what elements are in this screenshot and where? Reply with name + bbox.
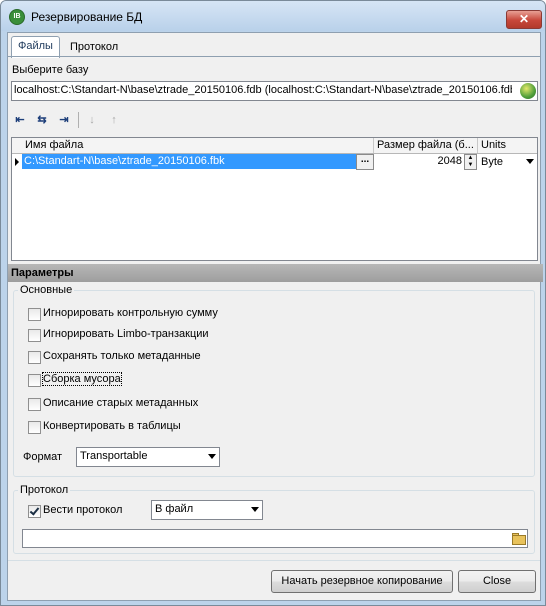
append-file-icon[interactable]: ⇥ <box>54 111 74 129</box>
format-dropdown-button[interactable] <box>204 448 219 466</box>
column-file-name[interactable]: Имя файла <box>22 138 374 153</box>
checkbox[interactable] <box>28 374 41 387</box>
format-value: Transportable <box>80 450 148 462</box>
backup-dialog: IB Резервирование БД ✕ Файлы Протокол Вы… <box>0 0 546 606</box>
database-combo[interactable]: localhost:C:\Standart-N\base\ztrade_2015… <box>11 81 538 101</box>
protocol-path-input[interactable] <box>22 529 528 548</box>
units-value: Byte <box>481 156 504 168</box>
file-size-cell[interactable]: 2048 <box>374 154 464 169</box>
tab-bar: Файлы Протокол <box>8 35 540 58</box>
file-name-cell[interactable]: C:\Standart-N\base\ztrade_20150106.fbk <box>22 154 356 169</box>
tab-divider <box>8 56 540 57</box>
chevron-down-icon <box>251 507 259 512</box>
window-title: Резервирование БД <box>31 10 143 24</box>
window-close-button[interactable]: ✕ <box>506 10 542 29</box>
grid-header: Имя файла Размер файла (б... Units <box>12 138 537 154</box>
title-bar: IB Резервирование БД ✕ <box>1 1 545 31</box>
size-spinner[interactable]: ▲ ▼ <box>464 154 477 170</box>
move-up-icon: ↑ <box>111 114 117 126</box>
units-select[interactable]: Byte <box>478 154 536 169</box>
format-label: Формат <box>23 451 63 463</box>
tab-files[interactable]: Файлы <box>11 36 60 58</box>
checkbox[interactable] <box>28 398 41 411</box>
open-folder-icon[interactable] <box>511 531 526 545</box>
checkbox[interactable] <box>28 421 41 434</box>
format-select[interactable]: Transportable <box>76 447 220 467</box>
checkbox[interactable] <box>28 351 41 364</box>
tab-protocol[interactable]: Протокол <box>64 38 124 57</box>
close-button[interactable]: Close <box>458 570 536 593</box>
select-db-label: Выберите базу <box>12 64 89 76</box>
database-value: localhost:C:\Standart-N\base\ztrade_2015… <box>14 84 512 96</box>
protocol-target-select[interactable]: В файл <box>151 500 263 520</box>
start-backup-button[interactable]: Начать резервное копирование <box>271 570 453 593</box>
row-indicator-icon <box>15 158 19 166</box>
column-units[interactable]: Units <box>478 138 537 153</box>
app-icon: IB <box>9 9 25 25</box>
add-file-icon[interactable]: ⇤ <box>10 111 30 129</box>
move-down-icon: ↓ <box>89 114 95 126</box>
table-row[interactable]: C:\Standart-N\base\ztrade_20150106.fbk .… <box>12 154 537 170</box>
database-icon[interactable] <box>520 83 536 99</box>
column-file-size[interactable]: Размер файла (б... <box>374 138 478 153</box>
checkbox[interactable] <box>28 329 41 342</box>
protocol-target-value: В файл <box>155 503 194 515</box>
footer-divider <box>8 560 540 561</box>
params-header: Параметры <box>8 264 543 282</box>
insert-file-icon[interactable]: ⇆ <box>32 111 52 129</box>
toolbar-separator <box>78 112 79 128</box>
protocol-group-title: Протокол <box>18 484 71 496</box>
files-grid[interactable]: Имя файла Размер файла (б... Units C:\St… <box>11 137 538 261</box>
checkbox[interactable] <box>28 308 41 321</box>
checkbox[interactable] <box>28 505 41 518</box>
protocol-dropdown-button[interactable] <box>247 501 262 519</box>
dialog-body: Файлы Протокол Выберите базу localhost:C… <box>7 32 543 601</box>
chevron-down-icon[interactable] <box>526 159 534 164</box>
browse-file-button[interactable]: ... <box>356 154 374 170</box>
chevron-down-icon <box>208 454 216 459</box>
basic-group-title: Основные <box>18 284 75 296</box>
